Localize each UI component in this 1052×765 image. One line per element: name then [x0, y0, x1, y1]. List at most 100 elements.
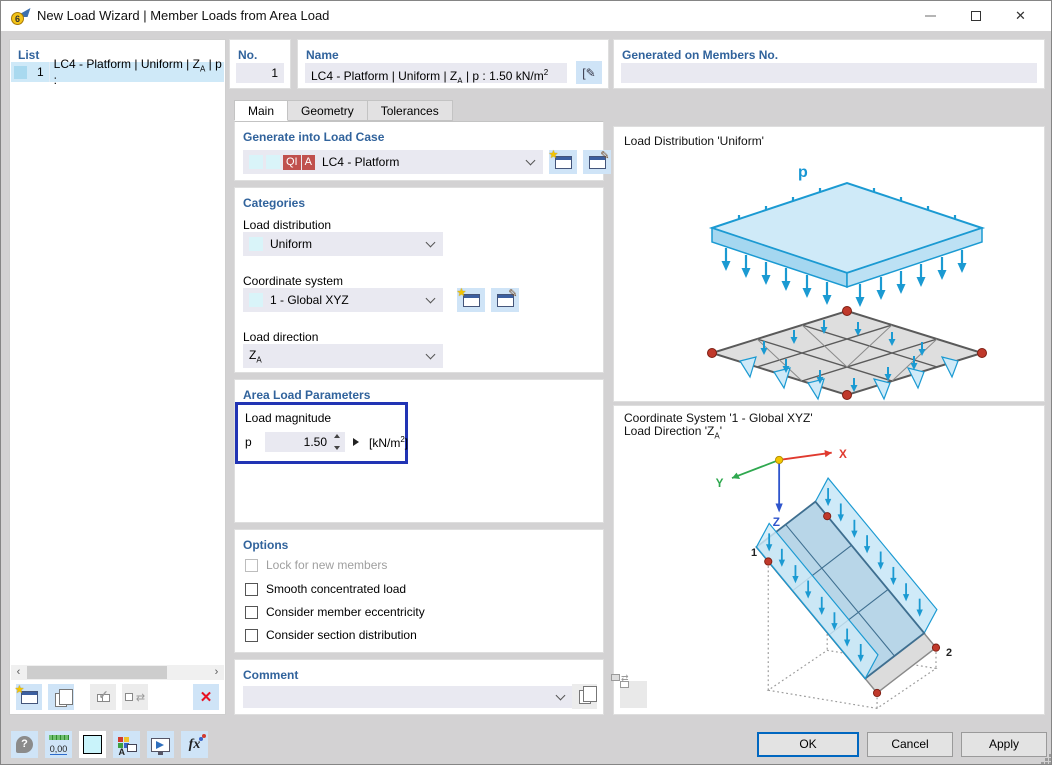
maximize-button[interactable]: [953, 1, 998, 31]
close-icon: ✕: [1015, 8, 1026, 24]
load-case-heading: Generate into Load Case: [243, 130, 384, 144]
check-items-button: ✓: [90, 684, 116, 710]
tab-main[interactable]: Main: [234, 100, 288, 121]
name-input[interactable]: LC4 - Platform | Uniform | ZA | p : 1.50…: [305, 63, 567, 83]
load-case-select[interactable]: QI A LC4 - Platform: [243, 150, 543, 174]
list-item[interactable]: 1 LC4 - Platform | Uniform | ZA | p :: [11, 62, 224, 82]
chevron-down-icon: [426, 237, 436, 247]
no-input[interactable]: 1: [236, 63, 284, 83]
delete-item-button[interactable]: ✕: [193, 684, 219, 710]
right-arrow-icon: [353, 438, 359, 446]
new-load-case-button[interactable]: ★: [549, 150, 577, 174]
load-case-badge-qi: QI: [283, 155, 301, 170]
number-card: No. 1: [229, 39, 291, 89]
spinner-up-icon[interactable]: [334, 434, 340, 438]
load-case-card: Generate into Load Case QI A LC4 - Platf…: [234, 121, 604, 181]
area-load-heading: Area Load Parameters: [243, 388, 370, 402]
list-toolbar: ★ ✓ ⇄ ✕: [16, 684, 219, 710]
list-title: List: [18, 48, 39, 62]
check-boxes-icon: ✓: [97, 690, 110, 705]
apply-graphics-button[interactable]: [147, 731, 174, 758]
generated-card: Generated on Members No.: [613, 39, 1045, 89]
load-direction-select[interactable]: ZA: [243, 344, 443, 368]
load-case-badge-a: A: [302, 155, 315, 170]
apply-button[interactable]: Apply: [961, 732, 1047, 757]
load-case-swatch-1: [249, 155, 263, 169]
copy-item-button[interactable]: [48, 684, 74, 710]
scroll-thumb[interactable]: [27, 666, 167, 679]
preview-bottom-caption-1: Coordinate System '1 - Global XYZ': [624, 411, 813, 425]
checkbox-icon[interactable]: [245, 583, 258, 596]
generated-input: [621, 63, 1037, 83]
item-label: LC4 - Platform | Uniform | ZA | p :: [54, 57, 224, 87]
new-window-icon: ★: [21, 691, 38, 704]
formula-button[interactable]: fx: [181, 731, 208, 758]
coordinate-swatch: [249, 293, 263, 307]
new-coordinate-system-button[interactable]: ★: [457, 288, 485, 312]
checkbox-section-distribution[interactable]: Consider section distribution: [245, 628, 417, 642]
edit-name-button[interactable]: [✎: [576, 61, 602, 84]
units-icon: 0,00: [49, 735, 69, 755]
preview-bottom-caption-2: Load Direction 'ZA': [624, 424, 722, 440]
display-options-button[interactable]: A: [113, 731, 140, 758]
checkbox-smooth-load[interactable]: Smooth concentrated load: [245, 582, 406, 596]
app-icon: 6: [11, 7, 29, 25]
checkbox-icon: [245, 559, 258, 572]
new-window-icon: ★: [463, 294, 480, 307]
list-panel: List 1 LC4 - Platform | Uniform | ZA | p…: [9, 39, 226, 715]
load-case-value: LC4 - Platform: [322, 155, 399, 169]
units-button[interactable]: 0,00: [45, 731, 72, 758]
scroll-right-icon[interactable]: ›: [209, 665, 224, 680]
p-spinner[interactable]: [332, 434, 342, 450]
name-card: Name LC4 - Platform | Uniform | ZA | p :…: [297, 39, 609, 89]
help-button[interactable]: ?: [11, 731, 38, 758]
checkbox-icon[interactable]: [245, 606, 258, 619]
chevron-down-icon: [426, 349, 436, 359]
checkbox-member-eccentricity[interactable]: Consider member eccentricity: [245, 605, 425, 619]
close-button[interactable]: ✕: [998, 1, 1043, 31]
copy-comment-button[interactable]: [572, 684, 597, 709]
swap-items-button: ⇄: [122, 684, 148, 710]
load-distribution-preview: Load Distribution 'Uniform' p: [613, 126, 1045, 402]
edit-window-icon: ✎: [589, 156, 606, 169]
coordinate-system-value: 1 - Global XYZ: [270, 293, 349, 307]
options-heading: Options: [243, 538, 288, 552]
resize-grip[interactable]: [1045, 758, 1048, 761]
spinner-down-icon[interactable]: [334, 446, 340, 450]
ok-button[interactable]: OK: [757, 732, 859, 757]
load-distribution-graphic: p: [614, 153, 1044, 401]
edit-coordinate-system-button[interactable]: ✎: [491, 288, 519, 312]
app-icon-badge: 6: [11, 12, 24, 25]
maximize-icon: [971, 11, 981, 21]
new-item-button[interactable]: ★: [16, 684, 42, 710]
edit-load-case-button[interactable]: ✎: [583, 150, 611, 174]
tab-tolerances[interactable]: Tolerances: [368, 100, 453, 121]
p-load-label: p: [798, 164, 808, 181]
list-horizontal-scrollbar[interactable]: ‹ ›: [11, 665, 224, 680]
delete-icon: ✕: [200, 688, 213, 706]
coordinate-system-preview: Coordinate System '1 - Global XYZ' Load …: [613, 405, 1045, 715]
name-label: Name: [306, 48, 339, 62]
display-options-icon: A: [118, 737, 136, 753]
window-controls: ✕: [908, 1, 1043, 31]
minimize-button[interactable]: [908, 1, 953, 31]
coordinate-system-buttons: ★ ✎: [451, 288, 519, 312]
load-magnitude-label: Load magnitude: [245, 411, 331, 425]
load-distribution-select[interactable]: Uniform: [243, 232, 443, 256]
detail-arrow-button[interactable]: [349, 433, 363, 451]
color-swatch-button[interactable]: [79, 731, 106, 758]
scroll-left-icon[interactable]: ‹: [11, 665, 26, 680]
tab-strip: Main Geometry Tolerances: [234, 100, 453, 121]
load-direction-value: ZA: [249, 348, 262, 364]
load-direction-label: Load direction: [243, 330, 318, 344]
area-load-card: Area Load Parameters Load magnitude p 1.…: [234, 379, 604, 523]
tab-geometry[interactable]: Geometry: [288, 100, 368, 121]
window-title: New Load Wizard | Member Loads from Area…: [37, 1, 329, 31]
comment-card: Comment: [234, 659, 604, 715]
p-input[interactable]: 1.50: [265, 432, 345, 452]
categories-heading: Categories: [243, 196, 305, 210]
checkbox-icon[interactable]: [245, 629, 258, 642]
comment-select[interactable]: [243, 686, 573, 708]
coordinate-system-select[interactable]: 1 - Global XYZ: [243, 288, 443, 312]
cancel-button[interactable]: Cancel: [867, 732, 953, 757]
